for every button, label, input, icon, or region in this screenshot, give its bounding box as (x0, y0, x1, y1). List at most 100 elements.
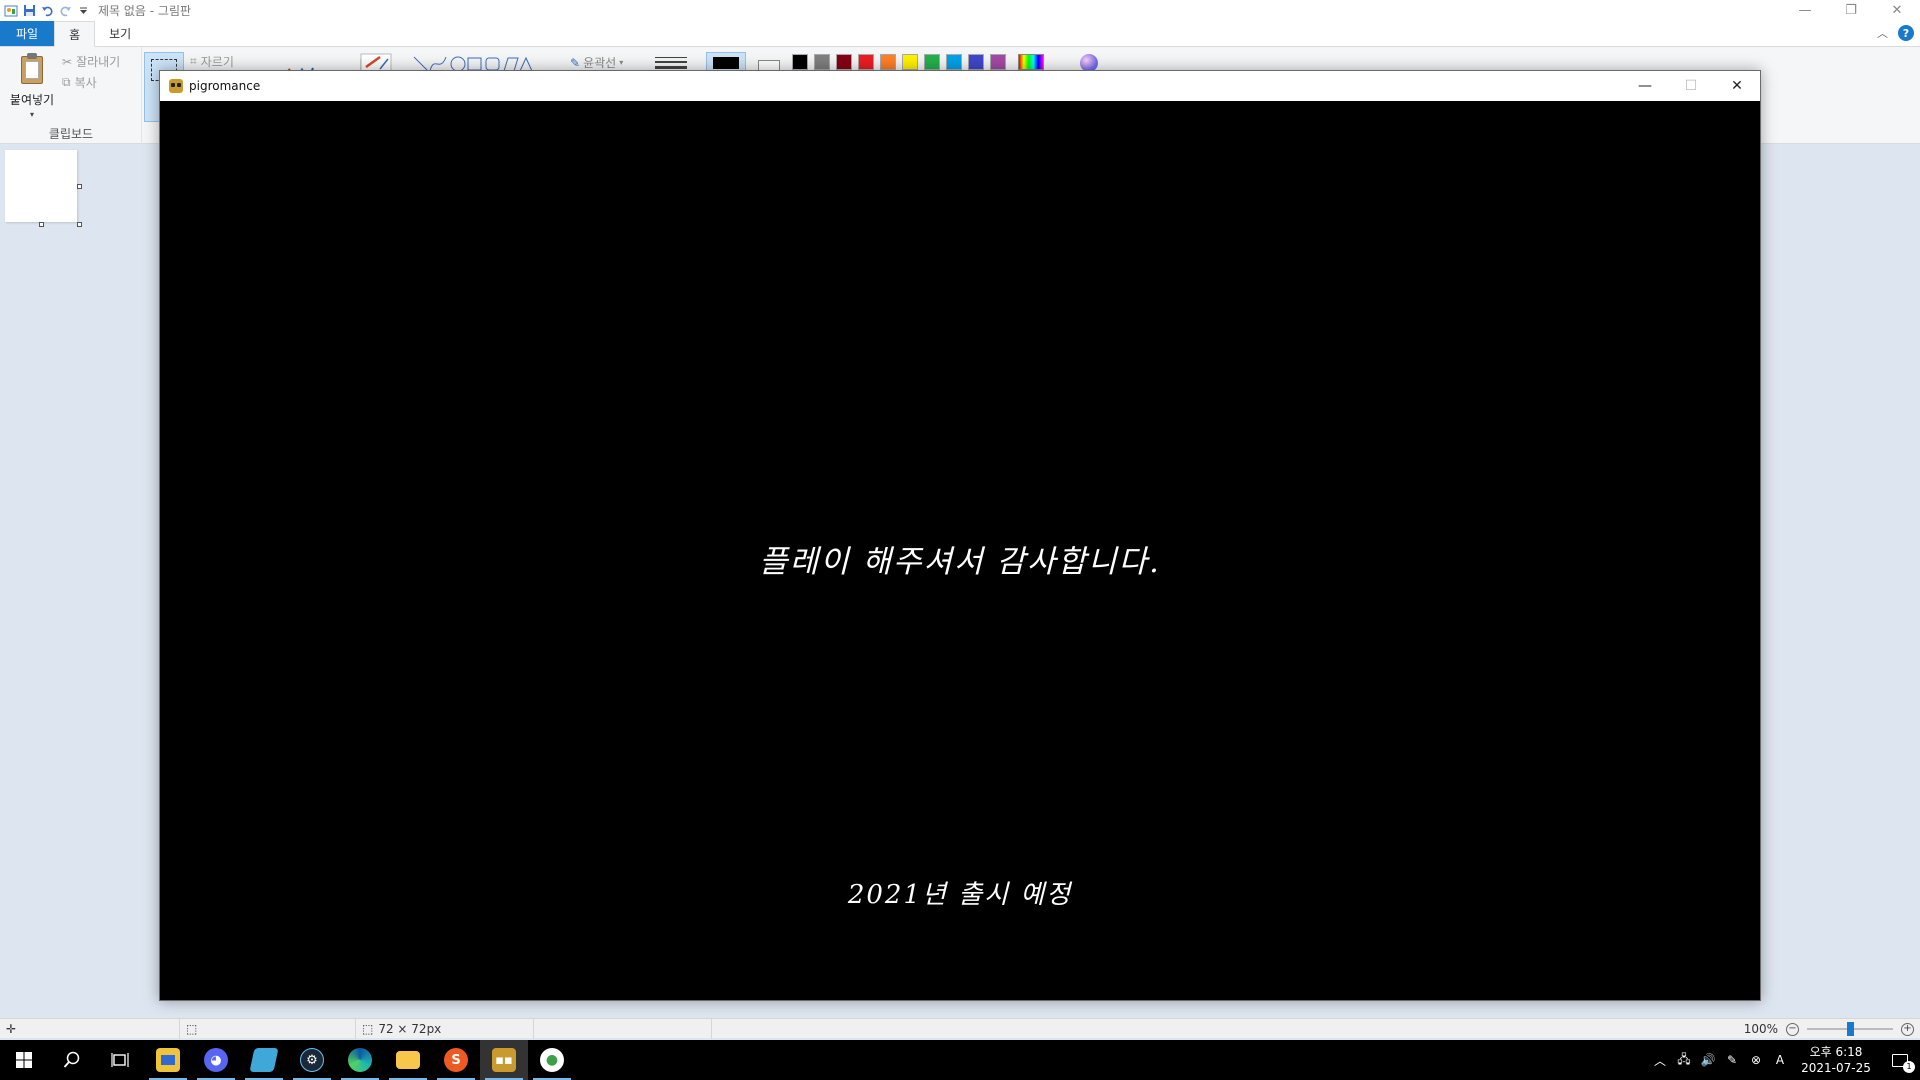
palette-swatch-5[interactable] (902, 54, 918, 70)
pig-app-icon: ▪▪ (492, 1048, 516, 1072)
size-button[interactable] (655, 57, 687, 71)
collapse-ribbon-icon[interactable]: ︿ (1877, 25, 1888, 41)
ime-indicator[interactable]: A (1768, 1040, 1792, 1080)
outline-dropdown[interactable]: ✎ 윤곽선 ▾ (570, 54, 623, 71)
taskbar-app-paint[interactable]: ● (528, 1040, 576, 1080)
zoom-level: 100% (1743, 1022, 1778, 1036)
clipboard-group: 붙여넣기 ▾ ✂ 잘라내기 ⧉ 복사 클립보드 (0, 47, 142, 144)
paint-status-bar: ✛ ⬚ ⬚ 72 × 72px 100% − + (0, 1018, 1920, 1039)
taskbar-app-edge[interactable] (336, 1040, 384, 1080)
clock[interactable]: 오후 6:18 2021-07-25 (1792, 1044, 1880, 1076)
edge-icon (348, 1048, 372, 1072)
selection-size: ⬚ (180, 1019, 356, 1039)
blocked-icon[interactable]: ⊗ (1744, 1040, 1768, 1080)
palette-swatch-0[interactable] (792, 54, 808, 70)
crop-icon: ⌗ (190, 54, 197, 68)
taskbar-app-file-manager[interactable] (144, 1040, 192, 1080)
file-size (534, 1019, 712, 1039)
taskbar-app-pigromance[interactable]: ▪▪ (480, 1040, 528, 1080)
game-screen[interactable]: 플레이 해주셔서 감사합니다. 2021년 출시 예정 (160, 101, 1760, 1000)
game-maximize-button[interactable]: ☐ (1668, 71, 1714, 101)
palette-swatch-2[interactable] (836, 54, 852, 70)
resize-handle-right[interactable] (77, 184, 82, 189)
network-icon[interactable]: 🖧 (1672, 1040, 1696, 1080)
save-icon[interactable] (22, 4, 36, 18)
paint-app-icon (4, 4, 18, 18)
system-tray: ︿ 🖧 🔊 ✎ ⊗ A 오후 6:18 2021-07-25 1 (1648, 1040, 1920, 1080)
help-icon[interactable]: ? (1898, 25, 1914, 41)
game-minimize-button[interactable]: — (1622, 71, 1668, 101)
show-hidden-icons-icon[interactable]: ︿ (1648, 1040, 1672, 1080)
game-close-button[interactable]: ✕ (1714, 71, 1760, 101)
crosshair-icon: ✛ (6, 1022, 17, 1036)
palette-swatch-6[interactable] (924, 54, 940, 70)
search-button[interactable] (48, 1040, 96, 1080)
paint-canvas[interactable] (5, 150, 77, 222)
scissors-icon: ✂ (62, 54, 73, 69)
search-icon (63, 1051, 80, 1068)
outline-label: 윤곽선 (583, 56, 617, 70)
notification-count: 1 (1903, 1060, 1915, 1073)
color-palette (792, 54, 1006, 70)
release-note: 2021년 출시 예정 (847, 880, 1073, 910)
clock-time: 오후 6:18 (1809, 1045, 1863, 1059)
paint-window-title: 제목 없음 - 그림판 (98, 4, 192, 18)
canvas-size-icon: ⬚ (362, 1022, 374, 1036)
taskbar: ◕ ⚙ S ▪▪ ● ︿ 🖧 🔊 ✎ ⊗ A 오후 6:18 2021-07-2… (0, 1040, 1920, 1080)
task-view-button[interactable] (96, 1040, 144, 1080)
paint-titlebar: 제목 없음 - 그림판 — ❐ ✕ (0, 0, 1920, 21)
folder-icon (396, 1051, 420, 1069)
cut-button[interactable]: ✂ 잘라내기 (62, 53, 120, 70)
copy-button[interactable]: ⧉ 복사 (62, 74, 97, 91)
notification-center-button[interactable]: 1 (1880, 1040, 1920, 1080)
s-app-icon: S (444, 1048, 468, 1072)
taskbar-app-steam[interactable]: ⚙ (288, 1040, 336, 1080)
palette-swatch-1[interactable] (814, 54, 830, 70)
redo-icon[interactable] (58, 4, 72, 18)
zoom-slider[interactable] (1807, 1022, 1893, 1036)
edit-colors-button[interactable] (1018, 54, 1044, 70)
palette-swatch-4[interactable] (880, 54, 896, 70)
palette-swatch-8[interactable] (968, 54, 984, 70)
canvas-size-value: 72 × 72px (378, 1022, 442, 1036)
steam-icon: ⚙ (300, 1048, 324, 1072)
palette-swatch-3[interactable] (858, 54, 874, 70)
zoom-in-icon[interactable]: + (1901, 1022, 1914, 1036)
palette-icon: ● (540, 1048, 564, 1072)
taskbar-app-s[interactable]: S (432, 1040, 480, 1080)
crop-label: 자르기 (200, 55, 234, 69)
pen-icon[interactable]: ✎ (1720, 1040, 1744, 1080)
palette-swatch-9[interactable] (990, 54, 1006, 70)
close-button[interactable]: ✕ (1874, 0, 1920, 21)
taskbar-app-explorer[interactable] (384, 1040, 432, 1080)
tab-home[interactable]: 홈 (54, 21, 96, 47)
zoom-out-icon[interactable]: − (1786, 1022, 1799, 1036)
paste-button[interactable]: 붙여넣기 ▾ (6, 51, 58, 121)
discord-icon: ◕ (204, 1048, 228, 1072)
customize-quick-access-icon[interactable] (76, 4, 90, 18)
tab-file[interactable]: 파일 (0, 21, 55, 46)
clock-date: 2021-07-25 (1801, 1061, 1871, 1075)
minimize-button[interactable]: — (1782, 0, 1828, 21)
thanks-message: 플레이 해주셔서 감사합니다. (759, 544, 1161, 580)
start-button[interactable] (0, 1040, 48, 1080)
resize-handle-bottom[interactable] (39, 222, 44, 227)
tab-view[interactable]: 보기 (95, 21, 145, 46)
cut-label: 잘라내기 (76, 55, 121, 69)
canvas-size: ⬚ 72 × 72px (356, 1019, 534, 1039)
taskbar-app-notepad[interactable] (240, 1040, 288, 1080)
palette-swatch-7[interactable] (946, 54, 962, 70)
taskbar-app-discord[interactable]: ◕ (192, 1040, 240, 1080)
zoom-slider-thumb[interactable] (1847, 1022, 1854, 1036)
notepad-icon (249, 1048, 279, 1072)
copy-label: 복사 (74, 76, 97, 90)
restore-button[interactable]: ❐ (1828, 0, 1874, 21)
undo-icon[interactable] (40, 4, 54, 18)
copy-icon: ⧉ (62, 75, 71, 89)
crop-button[interactable]: ⌗ 자르기 (190, 53, 234, 70)
resize-handle-corner[interactable] (77, 222, 82, 227)
task-view-icon (111, 1053, 129, 1067)
volume-icon[interactable]: 🔊 (1696, 1040, 1720, 1080)
folder-icon (156, 1048, 180, 1072)
chevron-down-icon[interactable]: ▾ (30, 110, 34, 119)
